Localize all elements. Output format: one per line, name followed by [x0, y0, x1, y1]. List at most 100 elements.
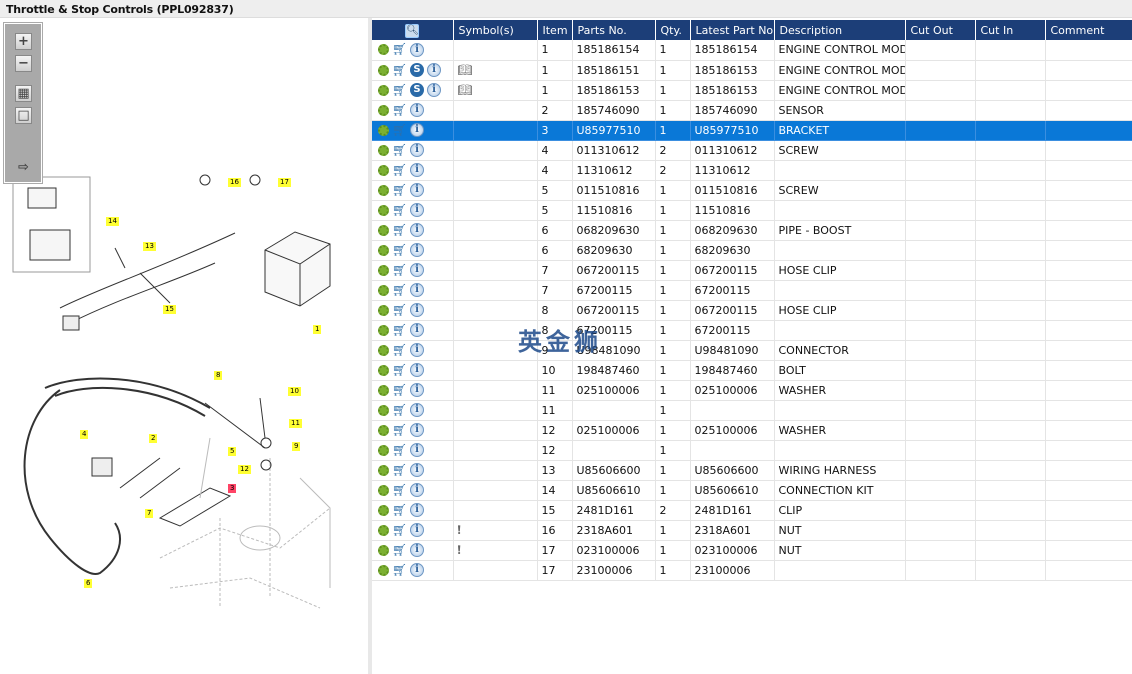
callout-1[interactable]: 1 — [313, 325, 322, 334]
info-icon[interactable]: i — [410, 343, 424, 357]
gear-icon[interactable] — [378, 204, 389, 216]
cart-icon[interactable]: 🛒︎ — [392, 164, 407, 176]
gear-icon[interactable] — [378, 464, 389, 476]
table-row[interactable]: 🛒︎ i 4 11310612 2 11310612 — [372, 160, 1132, 181]
column-header-icons[interactable]: 🔍︎ — [372, 20, 454, 40]
info-icon[interactable]: i — [410, 323, 424, 337]
table-row[interactable]: 🛒︎ i 8 067200115 1 067200115 HOSE CLIP — [372, 300, 1132, 321]
info-icon[interactable]: i — [410, 443, 424, 457]
note-pin-icon[interactable]: ❗︎ — [458, 543, 461, 557]
gear-icon[interactable] — [378, 444, 389, 456]
info-icon[interactable]: i — [410, 183, 424, 197]
cart-icon[interactable]: 🛒︎ — [392, 344, 407, 356]
column-header-parts-no[interactable]: Parts No. — [572, 20, 656, 40]
gear-icon[interactable] — [378, 124, 389, 136]
actual-size-button[interactable]: □ — [15, 107, 32, 124]
callout-7[interactable]: 7 — [145, 509, 154, 518]
cart-icon[interactable]: 🛒︎ — [392, 204, 407, 216]
gear-icon[interactable] — [378, 304, 389, 316]
table-row[interactable]: 🛒︎ i 12 1 — [372, 440, 1132, 461]
callout-16[interactable]: 16 — [228, 178, 241, 187]
cart-icon[interactable]: 🛒︎ — [392, 104, 407, 116]
gear-icon[interactable] — [378, 524, 389, 536]
info-icon[interactable]: i — [410, 303, 424, 317]
info-icon[interactable]: i — [410, 263, 424, 277]
info-icon[interactable]: i — [410, 283, 424, 297]
gear-icon[interactable] — [378, 364, 389, 376]
cart-icon[interactable]: 🛒︎ — [392, 384, 407, 396]
table-row[interactable]: 🛒︎ i 7 067200115 1 067200115 HOSE CLIP — [372, 260, 1132, 281]
gear-icon[interactable] — [378, 164, 389, 176]
info-icon[interactable]: i — [410, 163, 424, 177]
info-icon[interactable]: i — [410, 403, 424, 417]
cart-icon[interactable]: 🛒︎ — [392, 84, 407, 96]
info-icon[interactable]: i — [410, 123, 424, 137]
cart-icon[interactable]: 🛒︎ — [392, 404, 407, 416]
gear-icon[interactable] — [378, 44, 389, 56]
info-icon[interactable]: i — [427, 63, 441, 77]
callout-3[interactable]: 3 — [228, 484, 237, 493]
callout-6[interactable]: 6 — [84, 579, 93, 588]
callout-4[interactable]: 4 — [80, 430, 89, 439]
table-row[interactable]: 🛒︎ i 15 2481D161 2 2481D161 CLIP — [372, 500, 1132, 521]
cart-icon[interactable]: 🛒︎ — [392, 64, 407, 76]
info-icon[interactable]: i — [410, 423, 424, 437]
note-pin-icon[interactable]: ❗︎ — [458, 523, 461, 537]
cart-icon[interactable]: 🛒︎ — [392, 444, 407, 456]
column-header-description[interactable]: Description — [774, 20, 906, 40]
column-header-symbols[interactable]: Symbol(s) — [453, 20, 538, 40]
info-icon[interactable]: i — [410, 203, 424, 217]
search-parts-icon[interactable]: 🔍︎ — [405, 23, 420, 38]
supersession-icon[interactable]: S — [410, 63, 424, 77]
supersession-icon[interactable]: S — [410, 83, 424, 97]
column-header-comment[interactable]: Comment — [1045, 20, 1132, 40]
cart-icon[interactable]: 🛒︎ — [392, 364, 407, 376]
gear-icon[interactable] — [378, 284, 389, 296]
info-icon[interactable]: i — [410, 543, 424, 557]
cart-icon[interactable]: 🛒︎ — [392, 224, 407, 236]
table-row[interactable]: 🛒︎ i 7 67200115 1 67200115 — [372, 280, 1132, 301]
cart-icon[interactable]: 🛒︎ — [392, 464, 407, 476]
table-row[interactable]: 🛒︎ i 4 011310612 2 011310612 SCREW — [372, 140, 1132, 161]
zoom-in-button[interactable]: + — [15, 33, 32, 50]
gear-icon[interactable] — [378, 184, 389, 196]
table-row[interactable]: 🛒︎ i 1 185186154 1 185186154 ENGINE CONTROL MO… — [372, 40, 1132, 61]
cart-icon[interactable]: 🛒︎ — [392, 144, 407, 156]
table-row[interactable]: 🛒︎ Si 📖︎ 1 185186153 1 185186153 ENGINE CONTROL… — [372, 80, 1132, 101]
table-row[interactable]: 🛒︎ i 2 185746090 1 185746090 SENSOR — [372, 100, 1132, 121]
info-icon[interactable]: i — [410, 42, 424, 57]
table-row[interactable]: 🛒︎ i 17 23100006 1 23100006 — [372, 560, 1132, 581]
zoom-out-button[interactable]: − — [15, 55, 32, 72]
cart-icon[interactable]: 🛒︎ — [392, 284, 407, 296]
info-icon[interactable]: i — [427, 83, 441, 97]
column-header-cut-out[interactable]: Cut Out — [905, 20, 976, 40]
callout-13[interactable]: 13 — [143, 242, 156, 251]
toggle-list-button[interactable]: ⇨ — [15, 159, 32, 176]
info-icon[interactable]: i — [410, 563, 424, 577]
gear-icon[interactable] — [378, 144, 389, 156]
info-icon[interactable]: i — [410, 243, 424, 257]
cart-icon[interactable]: 🛒︎ — [392, 544, 407, 556]
cart-icon[interactable]: 🛒︎ — [392, 484, 407, 496]
info-icon[interactable]: i — [410, 463, 424, 477]
info-icon[interactable]: i — [410, 503, 424, 517]
gear-icon[interactable] — [378, 504, 389, 516]
gear-icon[interactable] — [378, 344, 389, 356]
table-row[interactable]: 🛒︎ i 9 U98481090 1 U98481090 CONNECTOR — [372, 340, 1132, 361]
callout-14[interactable]: 14 — [106, 217, 119, 226]
info-icon[interactable]: i — [410, 143, 424, 157]
table-row[interactable]: 🛒︎ i 3 U85977510 1 U85977510 BRACKET — [372, 120, 1132, 141]
cart-icon[interactable]: 🛒︎ — [392, 424, 407, 436]
callout-2[interactable]: 2 — [149, 434, 158, 443]
info-icon[interactable]: i — [410, 483, 424, 497]
gear-icon[interactable] — [378, 384, 389, 396]
table-row[interactable]: 🛒︎ i 13 U85606600 1 U85606600 WIRING HARNESS — [372, 460, 1132, 481]
table-row[interactable]: 🛒︎ i 14 U85606610 1 U85606610 CONNECTION KIT — [372, 480, 1132, 501]
gear-icon[interactable] — [378, 84, 389, 96]
callout-10[interactable]: 10 — [288, 387, 301, 396]
gear-icon[interactable] — [378, 404, 389, 416]
gear-icon[interactable] — [378, 264, 389, 276]
fit-all-button[interactable]: ▦ — [15, 85, 32, 102]
column-header-latest-part-no[interactable]: Latest Part No. — [690, 20, 775, 40]
table-row[interactable]: 🛒︎ i 11 025100006 1 025100006 WASHER — [372, 380, 1132, 401]
